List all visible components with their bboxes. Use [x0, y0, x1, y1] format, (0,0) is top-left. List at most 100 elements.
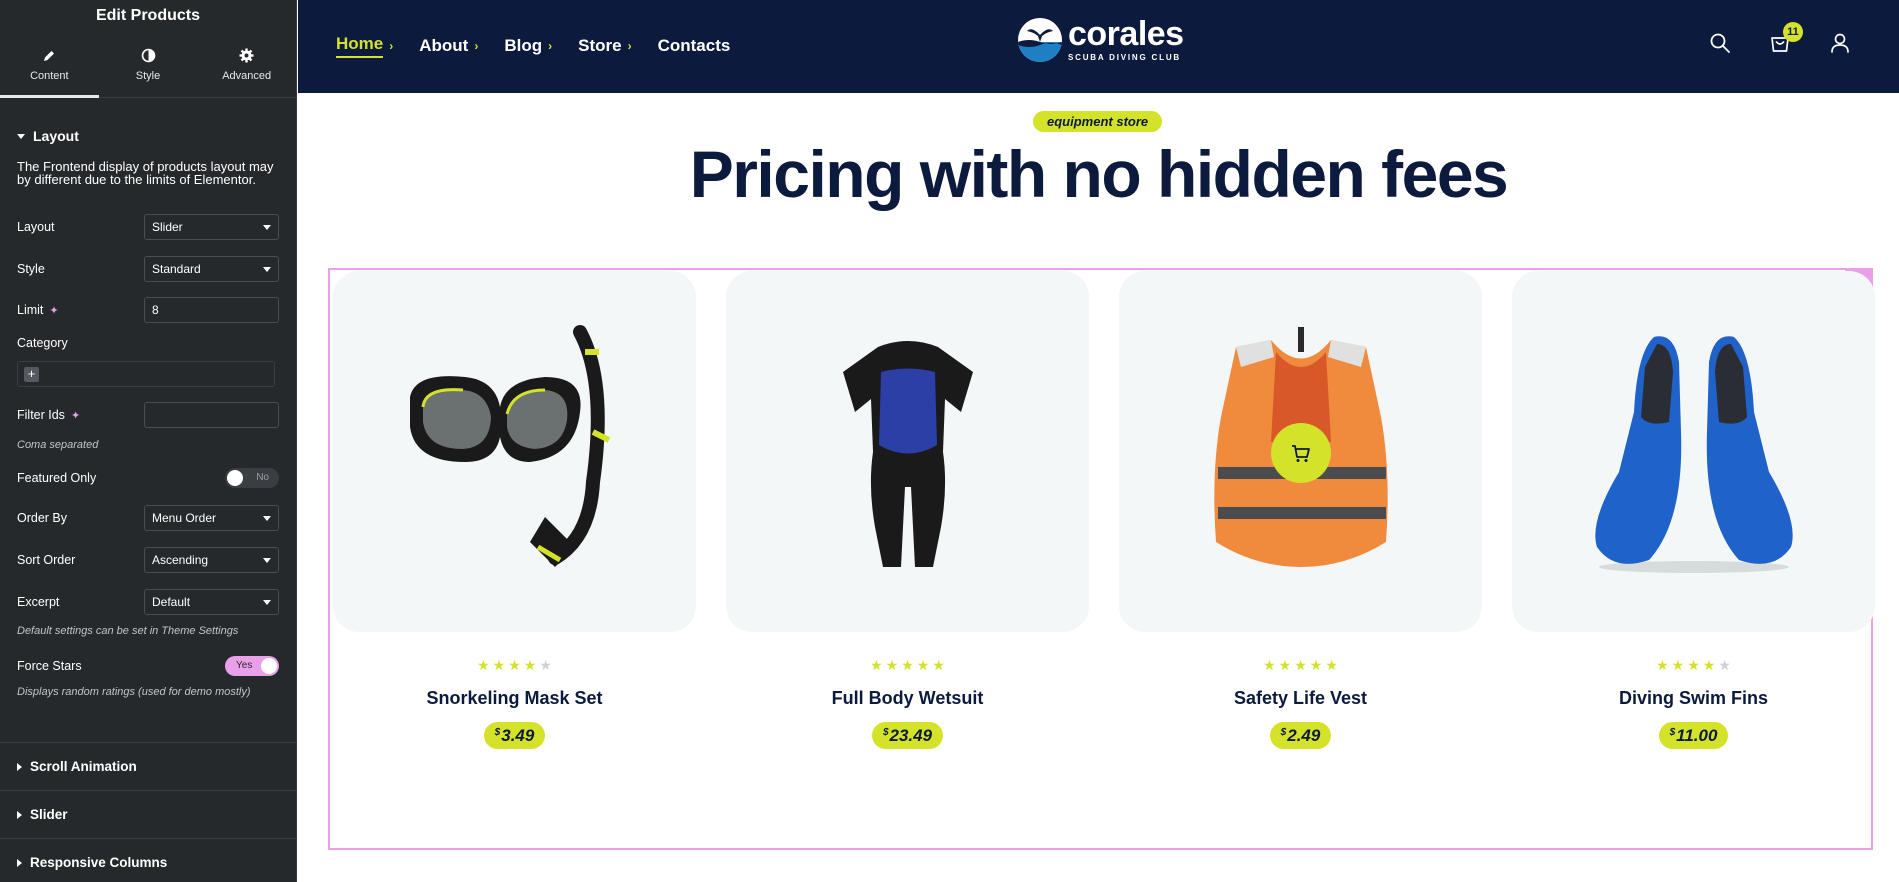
tab-style[interactable]: Style	[99, 32, 198, 97]
excerpt-select[interactable]: Default	[144, 589, 279, 615]
product-name[interactable]: Full Body Wetsuit	[832, 688, 984, 709]
star-icon: ★	[1309, 657, 1323, 673]
force-stars-row: Force Stars Yes	[17, 656, 279, 676]
scroll-animation-section[interactable]: Scroll Animation	[0, 742, 296, 790]
dropdown-arrow-icon	[263, 515, 271, 521]
tab-content[interactable]: Content	[0, 32, 99, 98]
chevron-right-icon: ›	[389, 39, 394, 53]
excerpt-row: Excerpt Default	[17, 589, 279, 615]
product-name[interactable]: Safety Life Vest	[1234, 688, 1367, 709]
featured-only-toggle-text: No	[256, 472, 269, 483]
star-icon: ★	[1656, 657, 1669, 673]
category-field[interactable]: +	[17, 361, 275, 387]
category-label: Category	[17, 336, 68, 350]
sparkle-icon[interactable]: ✦	[71, 409, 80, 422]
cart-icon	[1292, 445, 1310, 462]
slider-title: Slider	[30, 807, 68, 822]
dropdown-arrow-icon	[263, 266, 271, 272]
price-value: 11.00	[1676, 725, 1718, 745]
star-icon: ★	[1294, 657, 1307, 673]
product-image-swim-fins[interactable]	[1512, 271, 1875, 632]
slider-section[interactable]: Slider	[0, 790, 296, 838]
product-card[interactable]: ★ ★ ★ ★ ★ Full Body Wetsuit $23.49	[726, 271, 1089, 749]
excerpt-select-value: Default	[152, 595, 191, 609]
force-stars-hint: Displays random ratings (used for demo m…	[17, 686, 251, 698]
product-price: $3.49	[483, 722, 546, 749]
header-actions: 11	[1709, 22, 1851, 54]
product-image-wetsuit[interactable]	[726, 271, 1089, 632]
products-slider: ★ ★ ★ ★ ★ Snorkeling Mask Set $3.49 ★ ★ ★ ★ ★ Fu…	[333, 271, 1875, 749]
star-icon: ★	[539, 657, 552, 673]
chevron-right-icon: ›	[627, 39, 632, 53]
order-by-select-value: Menu Order	[152, 511, 217, 525]
sort-order-row: Sort Order Ascending	[17, 547, 279, 573]
user-icon[interactable]	[1829, 32, 1851, 54]
nav-item-label: Store	[578, 36, 622, 55]
layout-section-toggle[interactable]: Layout	[0, 114, 296, 158]
limit-input-value: 8	[152, 303, 159, 317]
product-card[interactable]: ★ ★ ★ ★ ★ Safety Life Vest $2.49	[1119, 271, 1482, 749]
rating-stars: ★ ★ ★ ★ ★	[870, 658, 945, 672]
logo-tagline: SCUBA DIVING CLUB	[1068, 52, 1181, 62]
category-row: Category	[17, 336, 279, 350]
sparkle-icon[interactable]: ✦	[49, 304, 58, 317]
currency-symbol: $	[882, 727, 889, 738]
product-price: $23.49	[871, 722, 944, 749]
half-circle-icon	[140, 48, 156, 64]
sort-order-select[interactable]: Ascending	[144, 547, 279, 573]
layout-note: The Frontend display of products layout …	[17, 159, 274, 187]
featured-only-label: Featured Only	[17, 471, 97, 485]
force-stars-label: Force Stars	[17, 659, 82, 673]
product-card[interactable]: ★ ★ ★ ★ ★ Diving Swim Fins $11.00	[1512, 271, 1875, 749]
responsive-columns-section[interactable]: Responsive Columns	[0, 838, 296, 882]
star-icon: ★	[870, 657, 883, 673]
site-header: Home › About › Blog › Store › Contacts coral…	[298, 0, 1899, 93]
chevron-right-icon: ›	[474, 39, 479, 53]
product-name[interactable]: Diving Swim Fins	[1619, 688, 1768, 709]
star-icon: ★	[1718, 657, 1731, 673]
product-image-life-vest[interactable]	[1119, 271, 1482, 632]
featured-only-toggle[interactable]: No	[225, 468, 279, 488]
filter-ids-hint: Coma separated	[17, 439, 99, 451]
product-image-snorkel-mask[interactable]	[333, 271, 696, 632]
panel-tabs: Content Style Advanced	[0, 32, 296, 98]
price-value: 3.49	[501, 725, 535, 745]
cart-count-badge: 11	[1783, 22, 1803, 42]
layout-select[interactable]: Slider	[144, 214, 279, 240]
rating-stars: ★ ★ ★ ★ ★	[1656, 658, 1731, 672]
nav-item-store[interactable]: Store ›	[578, 34, 631, 58]
tab-advanced[interactable]: Advanced	[197, 32, 296, 97]
cart-icon[interactable]: 11	[1769, 22, 1803, 54]
site-logo[interactable]: corales SCUBA DIVING CLUB	[1018, 17, 1184, 62]
style-row: Style Standard	[17, 256, 279, 282]
product-name[interactable]: Snorkeling Mask Set	[426, 688, 602, 709]
force-stars-toggle[interactable]: Yes	[225, 656, 279, 676]
order-by-select[interactable]: Menu Order	[144, 505, 279, 531]
filter-ids-input[interactable]	[144, 402, 279, 428]
section-tag: equipment store	[1033, 111, 1163, 132]
star-icon: ★	[1671, 657, 1685, 673]
nav-item-label: Home	[336, 34, 384, 58]
toggle-knob	[261, 658, 277, 674]
limit-row: Limit ✦ 8	[17, 297, 279, 323]
nav-item-blog[interactable]: Blog ›	[504, 34, 552, 58]
excerpt-label: Excerpt	[17, 595, 60, 609]
star-icon: ★	[1325, 657, 1338, 673]
nav-item-home[interactable]: Home ›	[336, 34, 393, 58]
star-icon: ★	[1702, 657, 1716, 673]
dropdown-arrow-icon	[263, 224, 271, 230]
product-card[interactable]: ★ ★ ★ ★ ★ Snorkeling Mask Set $3.49	[333, 271, 696, 749]
add-to-cart-button[interactable]	[1271, 423, 1331, 483]
search-icon[interactable]	[1709, 32, 1731, 54]
star-icon: ★	[916, 657, 930, 673]
limit-input[interactable]: 8	[144, 297, 279, 323]
layout-select-value: Slider	[152, 220, 183, 234]
tab-advanced-label: Advanced	[222, 69, 272, 82]
nav-item-contacts[interactable]: Contacts	[658, 34, 731, 58]
plus-icon[interactable]: +	[24, 367, 39, 382]
nav-item-about[interactable]: About ›	[419, 34, 478, 58]
star-icon: ★	[901, 657, 914, 673]
main-nav: Home › About › Blog › Store › Contacts	[336, 34, 730, 58]
featured-only-row: Featured Only No	[17, 468, 279, 488]
style-select[interactable]: Standard	[144, 256, 279, 282]
